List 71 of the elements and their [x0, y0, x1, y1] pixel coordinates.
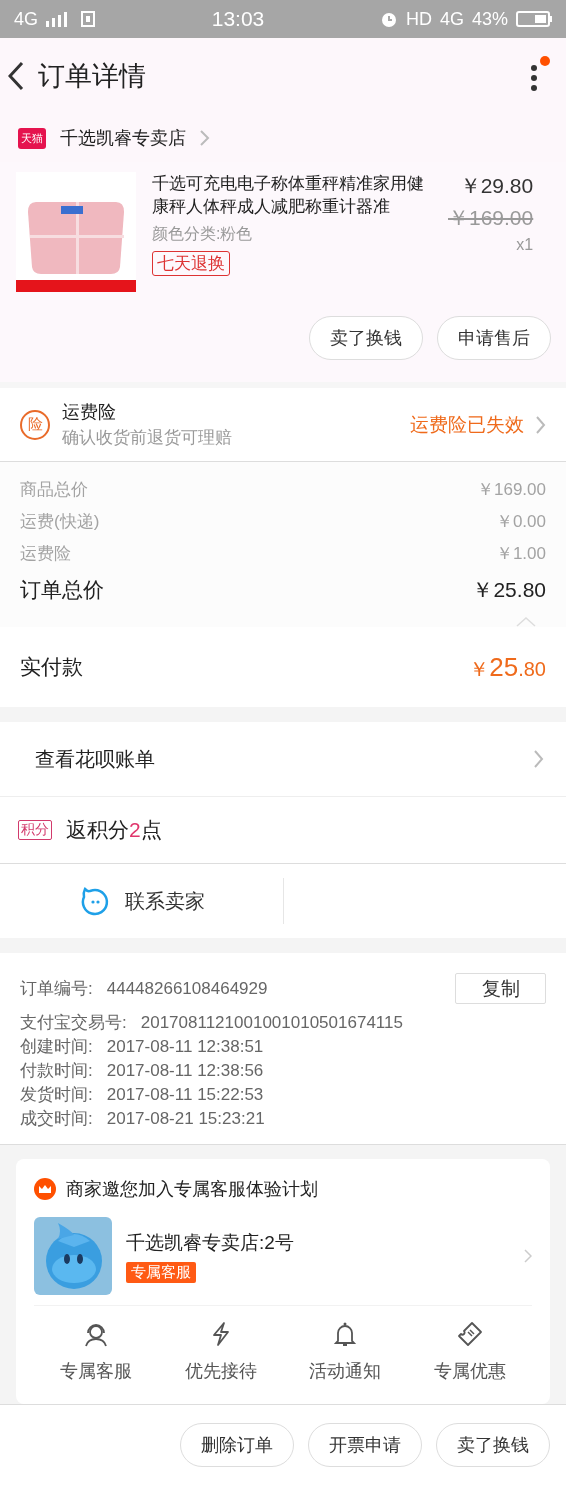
action-button[interactable]: 卖了换钱 [436, 1423, 550, 1467]
paid-amount: ￥25.80 [469, 651, 546, 683]
info-value: 2017-08-11 12:38:56 [106, 1060, 264, 1082]
page-title: 订单详情 [38, 60, 146, 93]
feature-button[interactable]: 优先接待 [158, 1320, 283, 1384]
agent-row[interactable]: 千选凯睿专卖店:2号 专属客服 [34, 1201, 532, 1306]
store-link[interactable]: 天猫 千选凯睿专卖店 [0, 114, 566, 162]
action-button[interactable]: 删除订单 [180, 1423, 294, 1467]
store-name: 千选凯睿专卖店 [60, 127, 186, 150]
chevron-icon [534, 750, 544, 768]
hd-label: HD [405, 8, 432, 30]
chevron-icon [524, 1249, 532, 1263]
sim-icon [80, 11, 96, 27]
network-label: 4G [14, 8, 38, 30]
info-label: 付款时间: [20, 1060, 93, 1082]
info-value: 44448266108464929 [106, 977, 268, 1000]
agent-name: 千选凯睿专卖店:2号 [126, 1230, 294, 1255]
action-button[interactable]: 卖了换钱 [309, 316, 423, 360]
info-label: 发货时间: [20, 1084, 93, 1106]
quantity: x1 [516, 236, 534, 254]
headset-icon [83, 1321, 110, 1347]
caret-icon [516, 617, 536, 627]
info-label: 创建时间: [20, 1036, 93, 1058]
info-value: 2017-08-11 15:22:53 [106, 1084, 264, 1106]
alarm-icon [379, 10, 398, 28]
product-variant: 颜色分类:粉色 [152, 224, 254, 244]
clock-time: 13:03 [211, 7, 265, 31]
insurance-subtitle: 确认收货前退货可理赔 [62, 427, 233, 449]
price-label: 运费险 [20, 543, 71, 565]
price-value: ￥0.00 [495, 511, 546, 533]
points-text: 返积分2点 [66, 817, 162, 843]
product-price: ￥29.80 [459, 173, 534, 199]
insurance-title: 运费险 [62, 401, 117, 424]
bell-icon [332, 1321, 359, 1347]
info-value: 2017-08-21 15:23:21 [106, 1108, 265, 1130]
info-value: 2017-08-11 12:38:51 [106, 1036, 264, 1058]
price-value: ￥169.00 [477, 479, 546, 501]
network-label: 4G [439, 8, 464, 30]
return-tag: 七天退换 [152, 251, 230, 276]
store-badge: 天猫 [18, 127, 46, 149]
price-value: ￥25.80 [472, 577, 546, 603]
paid-label: 实付款 [20, 654, 83, 680]
copy-button[interactable]: 复制 [455, 973, 546, 1004]
back-icon[interactable] [8, 61, 24, 91]
price-label: 订单总价 [20, 577, 104, 603]
action-button[interactable]: 申请售后 [437, 316, 551, 360]
agent-tag: 专属客服 [126, 1261, 196, 1283]
feature-button[interactable]: 专属客服 [34, 1320, 159, 1384]
info-label: 成交时间: [20, 1108, 93, 1130]
price-label: 商品总价 [20, 479, 88, 501]
price-value: ￥1.00 [495, 543, 546, 565]
insurance-status: 运费险已失效 [410, 412, 524, 437]
price-label: 运费(快递) [20, 511, 100, 533]
feature-button[interactable]: 活动通知 [283, 1320, 408, 1384]
huabei-link[interactable]: 查看花呗账单 [0, 722, 566, 797]
points-badge: 积分 [18, 820, 52, 840]
crown-icon [34, 1178, 56, 1200]
original-price: ￥169.00 [448, 205, 534, 231]
insurance-badge: 险 [20, 409, 50, 440]
product-title[interactable]: 千选可充电电子称体重秤精准家用健康秤人体秤成人减肥称重计器准 [152, 172, 432, 218]
chevron-icon [536, 415, 546, 434]
info-label: 支付宝交易号: [20, 1012, 127, 1034]
card-title: 商家邀您加入专属客服体验计划 [66, 1178, 318, 1201]
info-label: 订单编号: [20, 977, 93, 1000]
chevron-icon [200, 130, 210, 146]
info-value: 2017081121001001010501674115 [140, 1012, 403, 1034]
ticket-icon [456, 1321, 483, 1347]
action-button[interactable]: 开票申请 [308, 1423, 422, 1467]
feature-button[interactable]: 专属优惠 [407, 1320, 532, 1384]
battery-icon [516, 11, 552, 27]
battery-percent: 43% [471, 8, 508, 30]
